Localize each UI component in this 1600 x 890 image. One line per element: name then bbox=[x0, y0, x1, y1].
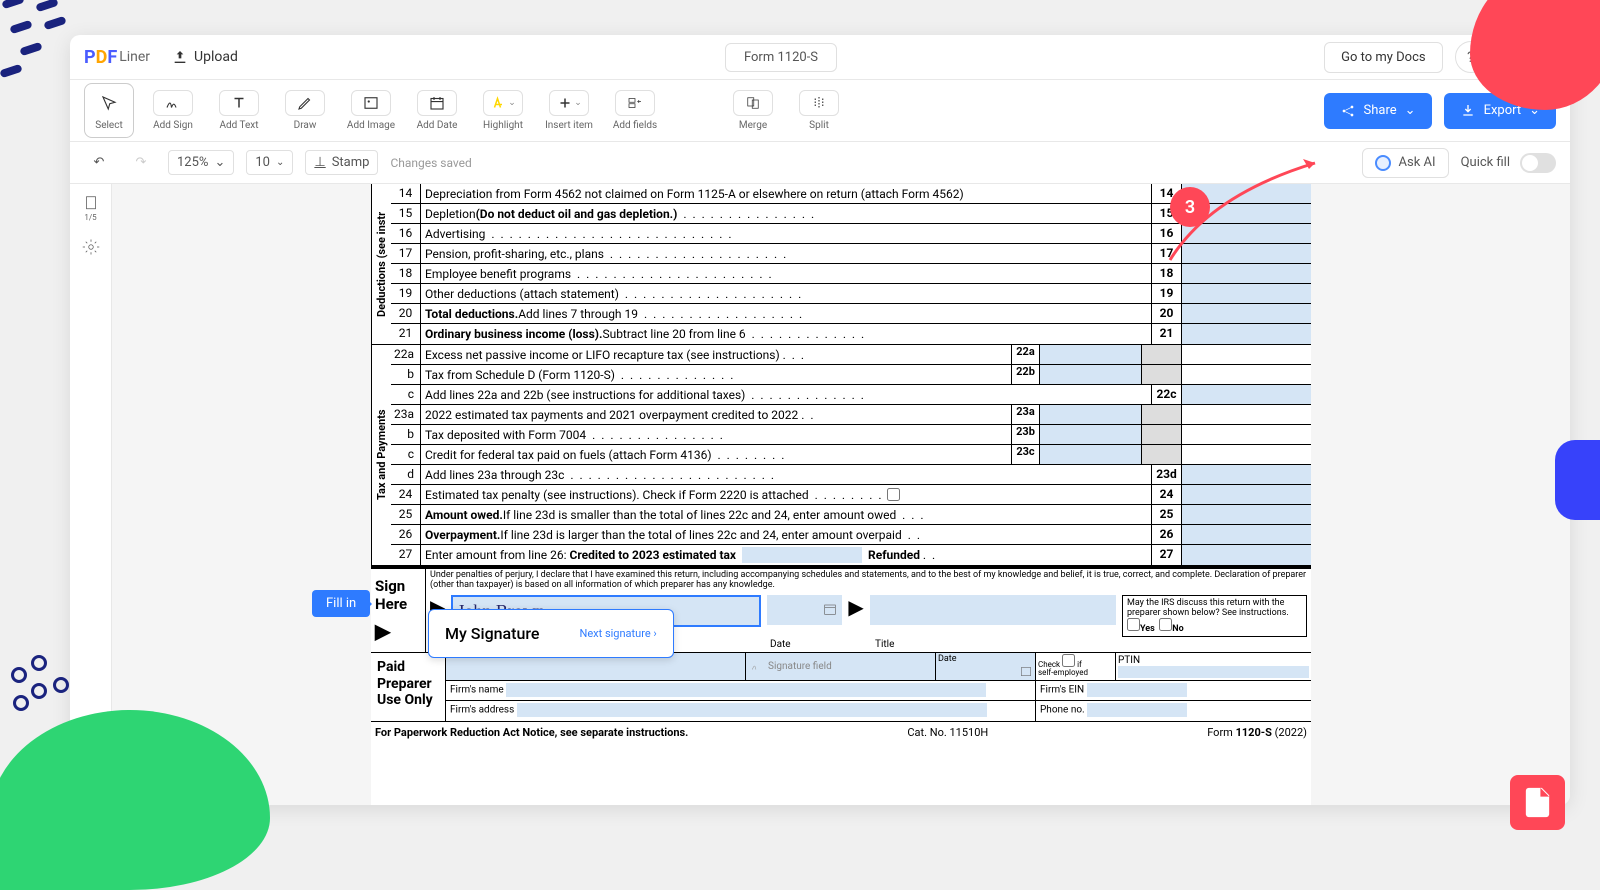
credited-amount[interactable] bbox=[742, 547, 862, 563]
sign-icon bbox=[164, 94, 182, 112]
line-16-amount[interactable] bbox=[1181, 224, 1311, 243]
firm-ein-field[interactable] bbox=[1087, 683, 1187, 697]
undo-button[interactable]: ↶ bbox=[84, 148, 114, 178]
line-21-amount[interactable] bbox=[1181, 324, 1311, 344]
document-title: Form 1120-S bbox=[238, 43, 1324, 72]
add-fields-tool[interactable]: Add fields bbox=[608, 90, 662, 131]
settings-button[interactable] bbox=[77, 238, 105, 266]
pdf-badge bbox=[1510, 775, 1565, 830]
line-22b-amount[interactable] bbox=[1040, 365, 1141, 384]
canvas[interactable]: Fill in Deductions (see instr 14Deprecia… bbox=[112, 184, 1570, 805]
app-window: PDFLiner Upload Form 1120-S Go to my Doc… bbox=[70, 35, 1570, 805]
irs-discuss-box: May the IRS discuss this return with the… bbox=[1122, 595, 1307, 637]
draw-tool[interactable]: Draw bbox=[278, 90, 332, 131]
cursor-icon bbox=[100, 94, 118, 112]
perjury-text: Under penalties of perjury, I declare th… bbox=[430, 571, 1307, 591]
line-23c-amount[interactable] bbox=[1040, 445, 1141, 464]
highlight-tool[interactable]: ⌄Highlight bbox=[476, 90, 530, 131]
sign-date-field[interactable] bbox=[767, 595, 842, 625]
insert-item-tool[interactable]: ⌄Insert item bbox=[542, 90, 596, 131]
merge-icon bbox=[744, 94, 762, 112]
form-2220-checkbox[interactable] bbox=[887, 488, 900, 501]
firm-name-field[interactable] bbox=[506, 683, 986, 697]
line-18-amount[interactable] bbox=[1181, 264, 1311, 283]
upload-button[interactable]: Upload bbox=[172, 49, 238, 65]
gear-icon bbox=[82, 238, 100, 256]
split-icon bbox=[810, 94, 828, 112]
page-select[interactable]: 10⌄ bbox=[246, 150, 293, 175]
workspace: 1/5 Fill in Deductions (see instr 14Depr… bbox=[70, 184, 1570, 805]
line-20-amount[interactable] bbox=[1181, 304, 1311, 323]
line-26-amount[interactable] bbox=[1181, 525, 1311, 544]
line-27-amount[interactable] bbox=[1181, 545, 1311, 565]
pages-panel-button[interactable]: 1/5 bbox=[77, 194, 105, 222]
line-19-amount[interactable] bbox=[1181, 284, 1311, 303]
ask-ai-button[interactable]: Ask AI bbox=[1362, 148, 1449, 178]
line-22c-amount[interactable] bbox=[1181, 385, 1311, 404]
add-date-tool[interactable]: Add Date bbox=[410, 90, 464, 131]
logo: PDFLiner bbox=[84, 47, 150, 68]
irs-no-checkbox[interactable] bbox=[1159, 618, 1172, 631]
add-text-tool[interactable]: Add Text bbox=[212, 90, 266, 131]
plus-icon bbox=[556, 94, 574, 112]
popup-title: My Signature bbox=[445, 624, 539, 643]
title-field[interactable] bbox=[870, 595, 1116, 625]
next-signature-link[interactable]: Next signature › bbox=[579, 627, 656, 640]
redo-button[interactable]: ↷ bbox=[126, 148, 156, 178]
download-icon bbox=[1460, 103, 1476, 119]
zoom-select[interactable]: 125%⌄ bbox=[168, 150, 234, 175]
signature-popup: My Signature Next signature › bbox=[428, 609, 674, 658]
line-17-amount[interactable] bbox=[1181, 244, 1311, 263]
titlebar: PDFLiner Upload Form 1120-S Go to my Doc… bbox=[70, 35, 1570, 80]
upload-label: Upload bbox=[194, 49, 238, 65]
step-badge-3: 3 bbox=[1170, 187, 1210, 227]
select-tool[interactable]: Select bbox=[84, 83, 134, 138]
line-25-amount[interactable] bbox=[1181, 505, 1311, 524]
tax-payments-label: Tax and Payments bbox=[371, 345, 391, 565]
line-23a-amount[interactable] bbox=[1040, 405, 1141, 424]
line-22a-amount[interactable] bbox=[1040, 345, 1141, 364]
preparer-date-field[interactable]: Date bbox=[936, 653, 1036, 680]
ptin-field[interactable] bbox=[1118, 666, 1309, 678]
add-sign-tool[interactable]: Add Sign bbox=[146, 90, 200, 131]
fields-icon bbox=[626, 94, 644, 112]
quick-fill-toggle[interactable]: Quick fill bbox=[1461, 153, 1556, 173]
calendar-icon bbox=[1019, 664, 1033, 678]
stamp-button[interactable]: ⊥Stamp bbox=[305, 150, 378, 175]
preparer-signature-field[interactable]: Signature field bbox=[746, 653, 936, 680]
text-icon bbox=[230, 94, 248, 112]
calendar-icon bbox=[822, 601, 838, 617]
merge-tool[interactable]: Merge bbox=[726, 90, 780, 131]
calendar-icon bbox=[428, 94, 446, 112]
page-icon bbox=[82, 194, 100, 213]
firm-address-field[interactable] bbox=[517, 703, 987, 717]
share-button[interactable]: Share⌄ bbox=[1324, 93, 1432, 129]
pencil-icon bbox=[296, 94, 314, 112]
line-23d-amount[interactable] bbox=[1181, 465, 1311, 484]
line-23b-amount[interactable] bbox=[1040, 425, 1141, 444]
split-tool[interactable]: Split bbox=[792, 90, 846, 131]
highlight-icon bbox=[490, 94, 508, 112]
line-24-amount[interactable] bbox=[1181, 485, 1311, 504]
deductions-label: Deductions (see instr bbox=[371, 184, 391, 344]
sign-icon bbox=[750, 659, 764, 673]
add-image-tool[interactable]: Add Image bbox=[344, 90, 398, 131]
sign-here-section: Sign Here▶ Under penalties of perjury, I… bbox=[371, 567, 1311, 652]
self-employed-checkbox[interactable] bbox=[1062, 654, 1075, 667]
upload-icon bbox=[172, 49, 188, 65]
main-toolbar: Select Add Sign Add Text Draw Add Image … bbox=[70, 80, 1570, 142]
fill-in-tooltip: Fill in bbox=[312, 590, 370, 617]
image-icon bbox=[362, 94, 380, 112]
go-to-docs-button[interactable]: Go to my Docs bbox=[1324, 42, 1443, 73]
page-footer: For Paperwork Reduction Act Notice, see … bbox=[371, 721, 1311, 743]
share-icon bbox=[1340, 103, 1356, 119]
irs-yes-checkbox[interactable] bbox=[1127, 618, 1140, 631]
document-page: Deductions (see instr 14Depreciation fro… bbox=[371, 184, 1311, 805]
save-status: Changes saved bbox=[390, 156, 471, 170]
secondary-toolbar: ↶ ↷ 125%⌄ 10⌄ ⊥Stamp Changes saved Ask A… bbox=[70, 142, 1570, 184]
phone-field[interactable] bbox=[1087, 703, 1187, 717]
